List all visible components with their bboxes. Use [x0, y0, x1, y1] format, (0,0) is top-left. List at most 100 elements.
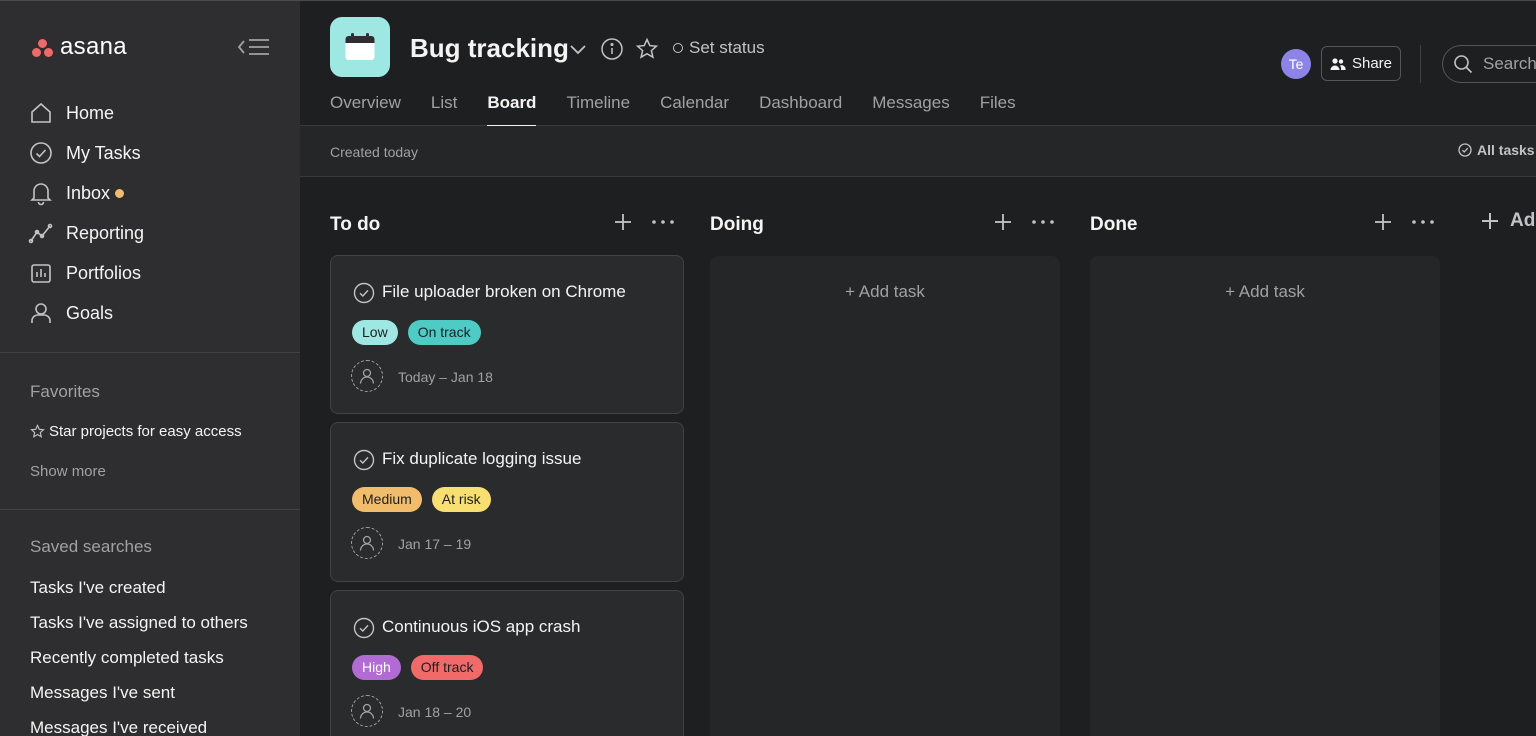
board-column-done: Done + Add task: [1090, 196, 1444, 736]
project-tabs: Overview List Board Timeline Calendar Da…: [330, 93, 1016, 127]
sidebar-nav: Home My Tasks Inbox Reporting Portfolios: [28, 93, 278, 333]
sidebar-divider: [0, 509, 300, 510]
favorites-hint-text: Star projects for easy access: [49, 423, 242, 440]
saved-search-item[interactable]: Messages I've sent: [30, 682, 248, 717]
assignee-avatar-icon[interactable]: [351, 360, 383, 392]
column-title[interactable]: Doing: [710, 214, 764, 236]
sidebar-item-reporting[interactable]: Reporting: [28, 213, 278, 253]
info-icon[interactable]: [600, 37, 624, 61]
all-tasks-label: All tasks: [1477, 142, 1535, 158]
avatar[interactable]: Te: [1281, 49, 1311, 79]
task-card[interactable]: File uploader broken on Chrome Low On tr…: [330, 255, 684, 414]
check-circle-icon: [30, 142, 52, 164]
home-icon: [31, 102, 51, 123]
tab-messages[interactable]: Messages: [872, 93, 949, 127]
bell-icon: [30, 183, 52, 206]
complete-task-icon[interactable]: [353, 282, 375, 304]
header-divider: [1420, 45, 1421, 83]
board-column-todo: To do File uploader broken on Chrome Low…: [330, 196, 684, 736]
all-tasks-filter[interactable]: All tasks: [1458, 142, 1535, 158]
project-calendar-icon[interactable]: [330, 17, 390, 77]
status-tag: Off track: [410, 655, 484, 680]
tab-files[interactable]: Files: [980, 93, 1016, 127]
add-task-button[interactable]: + Add task: [710, 282, 1060, 302]
column-title[interactable]: Done: [1090, 214, 1138, 236]
task-card[interactable]: Continuous iOS app crash High Off track …: [330, 590, 684, 736]
share-button[interactable]: Share: [1321, 46, 1401, 81]
show-more-link[interactable]: Show more: [30, 463, 106, 480]
saved-search-item[interactable]: Recently completed tasks: [30, 647, 248, 682]
task-tags: Medium At risk: [352, 487, 491, 512]
priority-tag: Medium: [352, 487, 422, 512]
column-header: Done: [1090, 196, 1444, 252]
tab-timeline[interactable]: Timeline: [566, 93, 630, 127]
sidebar-item-portfolios[interactable]: Portfolios: [28, 253, 278, 293]
saved-search-item[interactable]: Tasks I've created: [30, 577, 248, 612]
reporting-icon: [28, 223, 53, 244]
project-title[interactable]: Bug tracking: [410, 33, 569, 64]
favorites-title[interactable]: Favorites: [30, 382, 100, 402]
sidebar-item-inbox[interactable]: Inbox: [28, 173, 278, 213]
column-title[interactable]: To do: [330, 214, 380, 236]
sidebar-item-label: Reporting: [66, 222, 145, 243]
board-column-doing: Doing + Add task: [710, 196, 1064, 736]
asana-logo[interactable]: asana: [32, 33, 127, 61]
sidebar-item-label: Goals: [66, 302, 114, 323]
sidebar-item-my-tasks[interactable]: My Tasks: [28, 133, 278, 173]
column-header: To do: [330, 196, 684, 252]
saved-search-item[interactable]: Tasks I've assigned to others: [30, 612, 248, 647]
sidebar-item-goals[interactable]: Goals: [28, 293, 278, 333]
add-task-button[interactable]: + Add task: [1090, 282, 1440, 302]
add-task-plus-icon[interactable]: [1371, 210, 1395, 234]
board-toolbar: Created today All tasks: [300, 126, 1536, 177]
more-options-icon[interactable]: [650, 210, 676, 234]
add-section-button[interactable]: Ad: [1480, 210, 1535, 232]
sidebar-divider: [0, 352, 300, 353]
sidebar-item-label: Inbox: [66, 182, 111, 203]
sidebar-item-home[interactable]: Home: [28, 93, 278, 133]
complete-task-icon[interactable]: [353, 617, 375, 639]
sidebar-item-label: Home: [66, 102, 115, 123]
created-label: Created today: [330, 144, 418, 160]
tab-list[interactable]: List: [431, 93, 457, 127]
tab-dashboard[interactable]: Dashboard: [759, 93, 842, 127]
task-title: Fix duplicate logging issue: [382, 449, 582, 468]
star-icon: [30, 424, 45, 438]
star-icon[interactable]: [635, 37, 659, 61]
priority-tag: High: [352, 655, 401, 680]
column-body: + Add task: [710, 256, 1060, 736]
more-options-icon[interactable]: [1030, 210, 1056, 234]
more-options-icon[interactable]: [1410, 210, 1436, 234]
due-date[interactable]: Today – Jan 18: [398, 369, 493, 385]
due-date[interactable]: Jan 18 – 20: [398, 704, 471, 720]
complete-task-icon[interactable]: [353, 449, 375, 471]
saved-search-item[interactable]: Messages I've received: [30, 717, 248, 736]
collapse-sidebar-icon[interactable]: [236, 35, 272, 59]
saved-searches-title[interactable]: Saved searches: [30, 537, 152, 557]
assignee-avatar-icon[interactable]: [351, 527, 383, 559]
task-tags: High Off track: [352, 655, 484, 680]
status-tag: On track: [407, 320, 481, 345]
asana-logo-text: asana: [60, 33, 127, 60]
column-body: + Add task: [1090, 256, 1440, 736]
chevron-down-icon[interactable]: [566, 37, 590, 61]
status-tag: At risk: [431, 487, 491, 512]
task-title: Continuous iOS app crash: [382, 617, 581, 636]
assignee-avatar-icon[interactable]: [351, 695, 383, 727]
asana-app: asana Home My Tasks Inbox Reporting Port…: [0, 0, 1536, 736]
due-date[interactable]: Jan 17 – 19: [398, 536, 471, 552]
task-tags: Low On track: [352, 320, 481, 345]
share-label: Share: [1351, 55, 1393, 72]
search-input[interactable]: Search: [1442, 45, 1536, 83]
sidebar-item-label: My Tasks: [66, 142, 141, 163]
add-task-plus-icon[interactable]: [991, 210, 1015, 234]
add-section-label: Ad: [1510, 210, 1536, 231]
tab-calendar[interactable]: Calendar: [660, 93, 729, 127]
set-status-label: Set status: [689, 38, 765, 57]
tab-board[interactable]: Board: [487, 93, 537, 127]
add-task-plus-icon[interactable]: [611, 210, 635, 234]
project-header: Bug tracking Set status Te Share Search …: [300, 0, 1536, 127]
task-card[interactable]: Fix duplicate logging issue Medium At ri…: [330, 422, 684, 582]
set-status-button[interactable]: Set status: [673, 38, 765, 58]
tab-overview[interactable]: Overview: [330, 93, 401, 127]
